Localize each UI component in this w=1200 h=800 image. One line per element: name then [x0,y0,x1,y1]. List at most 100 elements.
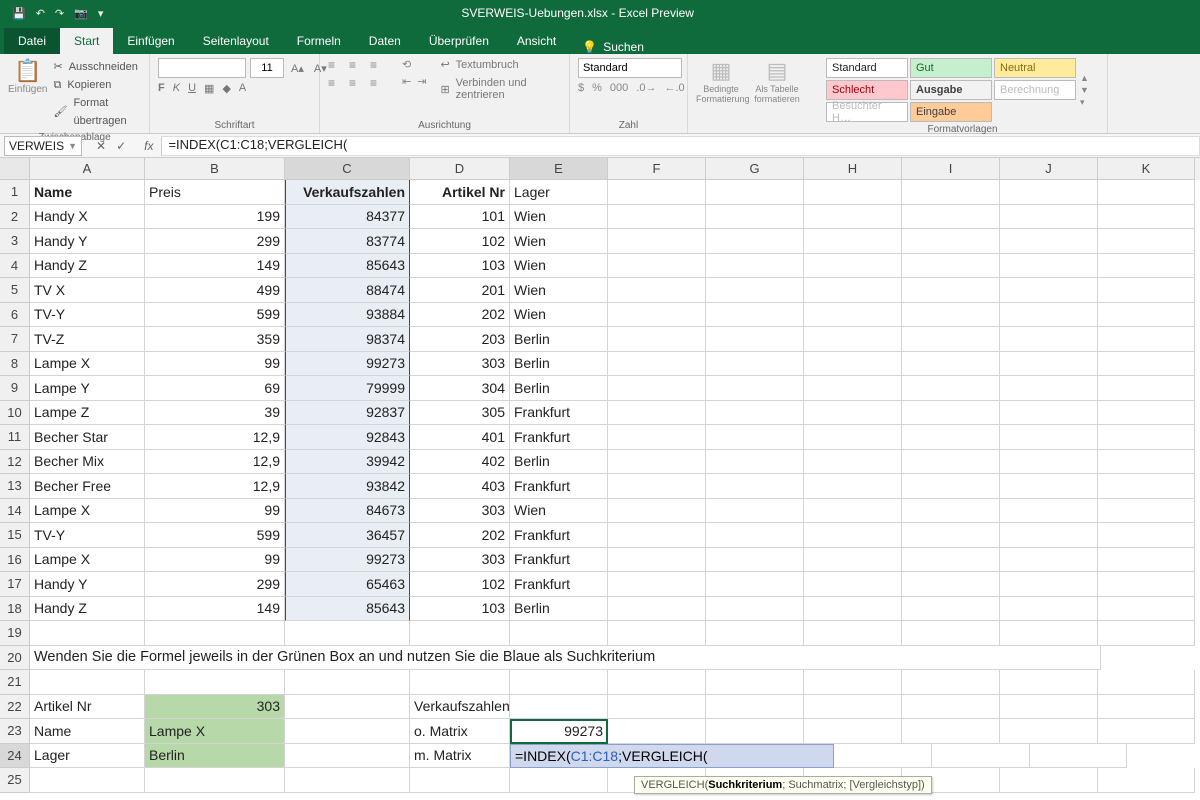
cell-H3[interactable] [804,229,902,254]
cell-H14[interactable] [804,499,902,524]
cell-C25[interactable] [285,768,410,793]
increase-font-icon[interactable]: A▴ [288,62,307,75]
cell-A14[interactable]: Lampe X [30,499,145,524]
format-painter-button[interactable]: 🖌Format übertragen [53,94,141,130]
cell-A17[interactable]: Handy Y [30,572,145,597]
row-header[interactable]: 21 [0,670,30,695]
cell-C14[interactable]: 84673 [285,499,410,524]
increase-decimal-button[interactable]: .0→ [636,82,656,94]
cell-B21[interactable] [145,670,285,695]
cell-B1[interactable]: Preis [145,180,285,205]
row-header[interactable]: 7 [0,327,30,352]
cell-H2[interactable] [804,205,902,230]
cell-I24[interactable] [834,744,932,769]
cell-C8[interactable]: 99273 [285,352,410,377]
wrap-text-button[interactable]: ↩Textumbruch [440,58,561,71]
cell-D9[interactable]: 304 [410,376,510,401]
cell-I6[interactable] [902,303,1000,328]
name-box-dropdown-icon[interactable]: ▼ [68,141,77,151]
row-header[interactable]: 14 [0,499,30,524]
cell-K25[interactable] [1098,768,1195,793]
cell-E1[interactable]: Lager [510,180,608,205]
cell-E23[interactable]: 99273 [510,719,608,744]
cell-F18[interactable] [608,597,706,622]
undo-icon[interactable]: ↶ [36,7,45,20]
style-ausgabe[interactable]: Ausgabe [910,80,992,100]
cell-I18[interactable] [902,597,1000,622]
row-header[interactable]: 10 [0,401,30,426]
cell-C13[interactable]: 93842 [285,474,410,499]
cell-G23[interactable] [706,719,804,744]
row-header[interactable]: 22 [0,695,30,720]
cell-G15[interactable] [706,523,804,548]
cell-G2[interactable] [706,205,804,230]
cell-H7[interactable] [804,327,902,352]
cell-F8[interactable] [608,352,706,377]
cell-B22[interactable]: 303 [145,695,285,720]
cut-button[interactable]: ✂Ausschneiden [53,58,141,76]
cell-E11[interactable]: Frankfurt [510,425,608,450]
cell-C12[interactable]: 39942 [285,450,410,475]
cell-K16[interactable] [1098,548,1195,573]
cell-J23[interactable] [1000,719,1098,744]
row-header[interactable]: 6 [0,303,30,328]
cell-F16[interactable] [608,548,706,573]
cell-I17[interactable] [902,572,1000,597]
cell-K15[interactable] [1098,523,1195,548]
cell-D8[interactable]: 303 [410,352,510,377]
cell-J12[interactable] [1000,450,1098,475]
comma-button[interactable]: 000 [610,82,628,94]
cell-A25[interactable] [30,768,145,793]
row-header[interactable]: 4 [0,254,30,279]
row-header[interactable]: 11 [0,425,30,450]
cell-D23[interactable]: o. Matrix [410,719,510,744]
cell-G12[interactable] [706,450,804,475]
cell-I2[interactable] [902,205,1000,230]
col-header-C[interactable]: C [285,158,410,180]
cell-J7[interactable] [1000,327,1098,352]
cell-E15[interactable]: Frankfurt [510,523,608,548]
cell-D24[interactable]: m. Matrix [410,744,510,769]
cell-K23[interactable] [1098,719,1195,744]
cell-C15[interactable]: 36457 [285,523,410,548]
conditional-formatting-button[interactable]: ▦Bedingte Formatierung [696,58,746,104]
bold-button[interactable]: F [158,82,165,95]
currency-button[interactable]: $ [578,82,584,94]
cell-J18[interactable] [1000,597,1098,622]
select-all-corner[interactable] [0,158,30,180]
cell-J22[interactable] [1000,695,1098,720]
cell-D16[interactable]: 303 [410,548,510,573]
cell-H17[interactable] [804,572,902,597]
cell-A3[interactable]: Handy Y [30,229,145,254]
cancel-formula-icon[interactable]: ✕ [96,139,106,153]
cell-G7[interactable] [706,327,804,352]
cell-H23[interactable] [804,719,902,744]
cell-H6[interactable] [804,303,902,328]
cell-J11[interactable] [1000,425,1098,450]
cell-E14[interactable]: Wien [510,499,608,524]
col-header-B[interactable]: B [145,158,285,180]
cell-J6[interactable] [1000,303,1098,328]
cell-K13[interactable] [1098,474,1195,499]
col-header-F[interactable]: F [608,158,706,180]
cell-E7[interactable]: Berlin [510,327,608,352]
cell-J4[interactable] [1000,254,1098,279]
tell-me[interactable]: 💡 Suchen [582,40,644,54]
decrease-indent-button[interactable]: ⇤ [402,75,411,88]
cell-C4[interactable]: 85643 [285,254,410,279]
cell-B14[interactable]: 99 [145,499,285,524]
cell-G14[interactable] [706,499,804,524]
cell-E6[interactable]: Wien [510,303,608,328]
cell-F22[interactable] [608,695,706,720]
cell-G17[interactable] [706,572,804,597]
file-tab[interactable]: Datei [4,28,60,54]
cell-F1[interactable] [608,180,706,205]
cell-D14[interactable]: 303 [410,499,510,524]
name-box[interactable]: VERWEIS ▼ [4,136,82,156]
cell-I11[interactable] [902,425,1000,450]
cell-J19[interactable] [1000,621,1098,646]
cell-A21[interactable] [30,670,145,695]
cell-E2[interactable]: Wien [510,205,608,230]
row-header[interactable]: 5 [0,278,30,303]
cell-K5[interactable] [1098,278,1195,303]
